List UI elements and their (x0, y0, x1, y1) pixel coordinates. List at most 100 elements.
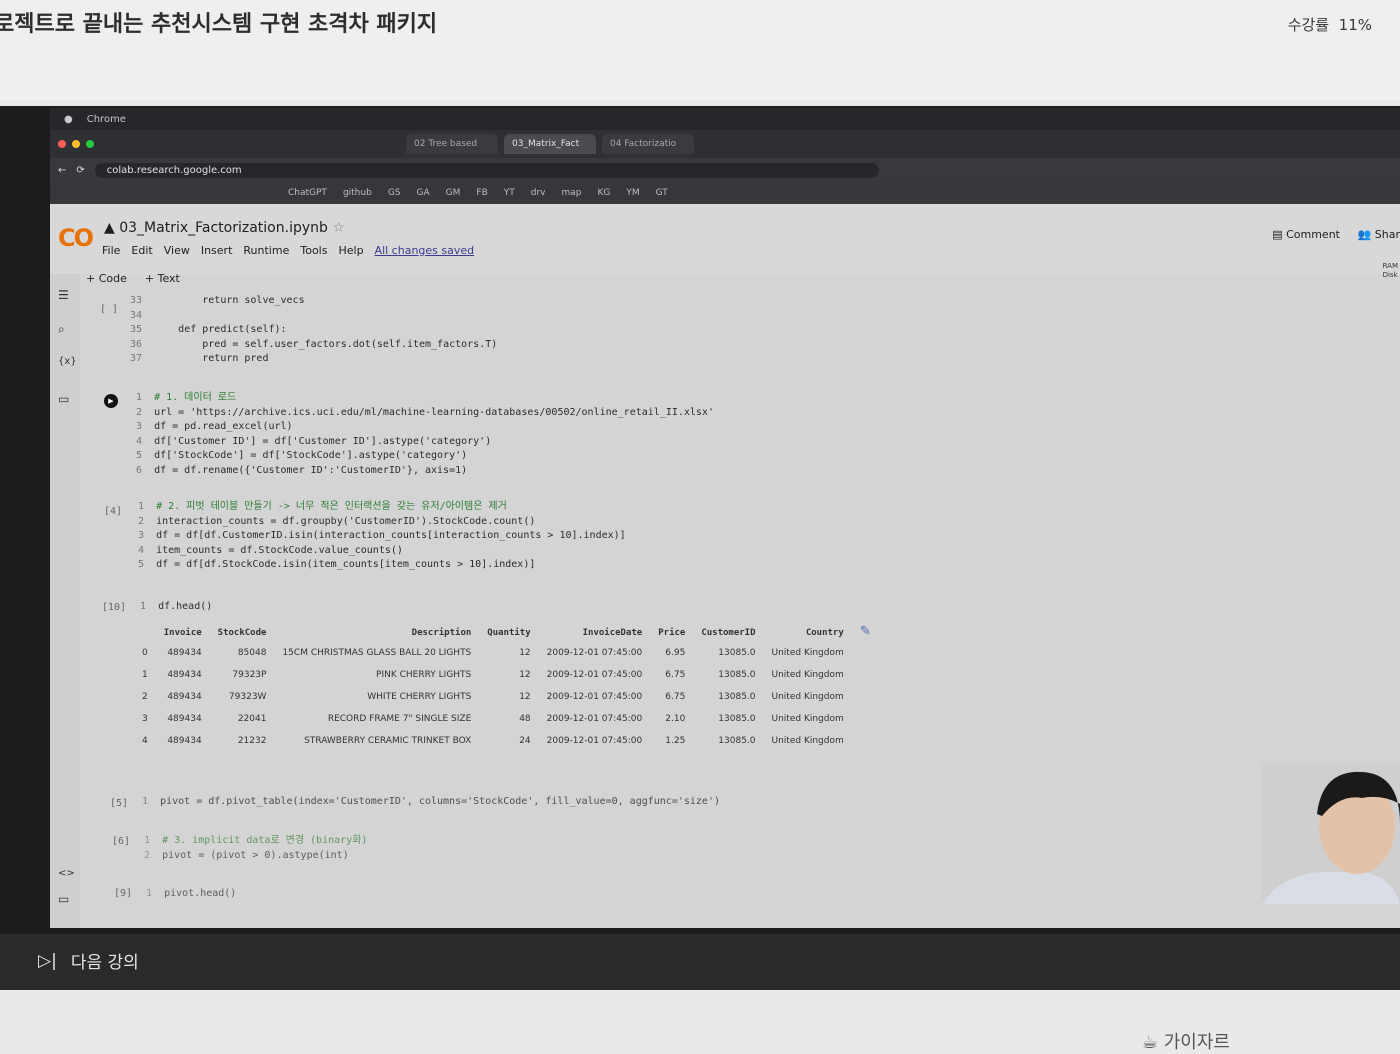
browser-tab-active[interactable]: 03_Matrix_Fact (504, 134, 596, 154)
magic-wand-icon[interactable]: ✎ (860, 624, 871, 639)
table-cell: 2009-12-01 07:45:00 (546, 692, 643, 702)
comment-icon: ▤ (1272, 228, 1283, 241)
code-text: interaction_counts = df.groupby('Custome… (144, 515, 536, 527)
browser-window: ● Chrome 02 Tree based 03_Matrix_Fact 04… (50, 108, 1400, 928)
minimize-window-icon[interactable] (72, 140, 80, 148)
bookmark[interactable]: YM (626, 188, 639, 198)
people-icon: 👥 (1357, 228, 1372, 241)
variables-icon[interactable]: {x} (58, 356, 77, 367)
cell-exec-count: [9] (114, 888, 133, 899)
notebook-title[interactable]: ▲ 03_Matrix_Factorization.ipynb ☆ (104, 220, 345, 236)
bookmark[interactable]: GM (446, 188, 461, 198)
menu-help[interactable]: Help (338, 244, 363, 257)
browser-tab[interactable]: 02 Tree based (406, 134, 498, 154)
save-status[interactable]: All changes saved (375, 244, 475, 257)
menu-view[interactable]: View (164, 244, 190, 257)
code-line: 1 pivot.head() (146, 888, 236, 899)
table-cell: RECORD FRAME 7" SINGLE SIZE (327, 714, 472, 724)
table-cell: United Kingdom (771, 736, 844, 746)
cell-exec-count: [10] (102, 602, 127, 613)
code-text: pivot = df.pivot_table(index='CustomerID… (148, 796, 720, 807)
add-code-button[interactable]: + Code (86, 272, 127, 285)
code-cell[interactable]: 1 # 1. 데이터 로드 2 url = 'https://archive.ic… (136, 391, 714, 479)
bookmark[interactable]: KG (598, 188, 611, 198)
share-button[interactable]: 👥 Shar (1358, 228, 1400, 241)
code-text: # 3. implicit data로 변경 (binary화) (150, 835, 368, 846)
progress-label: 수강률 (1287, 16, 1330, 34)
column-header: StockCode (217, 628, 267, 638)
bookmark[interactable]: GT (656, 188, 668, 198)
table-cell: 21232 (237, 736, 267, 746)
apple-icon[interactable]: ● (64, 114, 73, 125)
reload-icon[interactable]: ⟳ (76, 165, 84, 176)
resource-monitor[interactable]: RAM Disk (1383, 262, 1398, 280)
table-cell: 489434 (167, 692, 202, 702)
close-window-icon[interactable] (58, 140, 66, 148)
code-cell[interactable]: 1 pivot.head() (146, 888, 236, 899)
code-cell[interactable]: 1 pivot = df.pivot_table(index='Customer… (142, 796, 720, 807)
bookmark[interactable]: GA (417, 188, 430, 198)
code-cell[interactable]: 33 return solve_vecs 34 35 def predict(se… (130, 294, 497, 367)
maximize-window-icon[interactable] (86, 140, 94, 148)
browser-tab[interactable]: 04 Factorizatio (602, 134, 694, 154)
code-text: return solve_vecs (142, 295, 305, 306)
column-header (134, 624, 156, 642)
column-header: CustomerID (701, 628, 756, 638)
code-cell[interactable]: 1 # 2. 피벗 테이블 만들기 -> 너무 적은 인터랙션을 갖는 유저/아… (138, 500, 626, 573)
code-text: item_counts = df.StockCode.value_counts(… (144, 544, 403, 556)
code-snippets-icon[interactable]: <> (58, 868, 75, 879)
table-cell: 4 (142, 736, 148, 746)
code-text: df = df[df.CustomerID.isin(interaction_c… (144, 530, 626, 542)
menu-edit[interactable]: Edit (131, 244, 152, 257)
code-text: df['Customer ID'] = df['Customer ID'].as… (142, 435, 492, 447)
url-field[interactable]: colab.research.google.com (94, 162, 879, 178)
table-cell: STRAWBERRY CERAMIC TRINKET BOX (304, 736, 472, 746)
bookmark[interactable]: map (562, 188, 582, 198)
toc-icon[interactable]: ☰ (58, 288, 69, 302)
code-cell[interactable]: 1 df.head() (140, 601, 212, 612)
code-line: 1 # 2. 피벗 테이블 만들기 -> 너무 적은 인터랙션을 갖는 유저/아… (138, 500, 626, 515)
colab-header: CO ▲ 03_Matrix_Factorization.ipynb ☆ Fil… (50, 204, 1400, 274)
column-header: Country (805, 628, 844, 638)
skip-next-icon: ▷| (38, 950, 57, 971)
menu-insert[interactable]: Insert (201, 244, 233, 257)
code-cell[interactable]: 1 # 3. implicit data로 변경 (binary화) 2 pivo… (144, 834, 367, 863)
table-cell: 2009-12-01 07:45:00 (546, 736, 643, 746)
next-lecture-button[interactable]: ▷| 다음 강의 (38, 948, 139, 974)
table-row: 0 489434 85048 15CM CHRISTMAS GLASS BALL 20… (134, 642, 852, 664)
back-icon[interactable]: ← (58, 165, 66, 176)
bookmark[interactable]: drv (531, 188, 546, 198)
line-number: 37 (130, 353, 143, 364)
code-line: 33 return solve_vecs (130, 294, 497, 309)
table-cell: 2009-12-01 07:45:00 (546, 670, 643, 680)
app-name[interactable]: Chrome (87, 114, 126, 125)
bottom-right-label: ☕ 가이자르 (1142, 1028, 1230, 1054)
menu-tools[interactable]: Tools (300, 244, 327, 257)
cell-toolbar: + Code + Text (86, 272, 180, 285)
dataframe-output: Invoice StockCode Description Quantity Invoi… (134, 624, 852, 752)
column-header: Price (658, 628, 686, 638)
bookmark[interactable]: FB (476, 188, 487, 198)
bookmark[interactable]: ChatGPT (288, 188, 327, 198)
code-line: 34 (130, 309, 497, 324)
run-cell-button[interactable]: ▶ (104, 394, 118, 408)
table-cell: 13085.0 (718, 714, 756, 724)
menu-runtime[interactable]: Runtime (243, 244, 289, 257)
comment-button[interactable]: ▤ Comment (1272, 228, 1340, 241)
star-icon[interactable]: ☆ (332, 220, 345, 236)
table-cell: 15CM CHRISTMAS GLASS BALL 20 LIGHTS (282, 648, 472, 658)
colab-logo[interactable]: CO (58, 224, 94, 252)
table-cell: United Kingdom (771, 670, 844, 680)
menu-file[interactable]: File (102, 244, 120, 257)
bookmark[interactable]: github (343, 188, 372, 198)
folder-icon[interactable]: ▭ (58, 392, 69, 406)
bookmark[interactable]: YT (504, 188, 515, 198)
add-text-button[interactable]: + Text (145, 272, 180, 285)
bookmark[interactable]: GS (388, 188, 401, 198)
table-cell: 48 (519, 714, 531, 724)
table-cell: 2.10 (665, 714, 686, 724)
left-sidebar: ☰ ⌕ {x} ▭ <> ▭ (50, 274, 80, 928)
search-icon[interactable]: ⌕ (58, 322, 65, 337)
table-cell: 0 (142, 648, 148, 658)
terminal-icon[interactable]: ▭ (58, 892, 69, 906)
